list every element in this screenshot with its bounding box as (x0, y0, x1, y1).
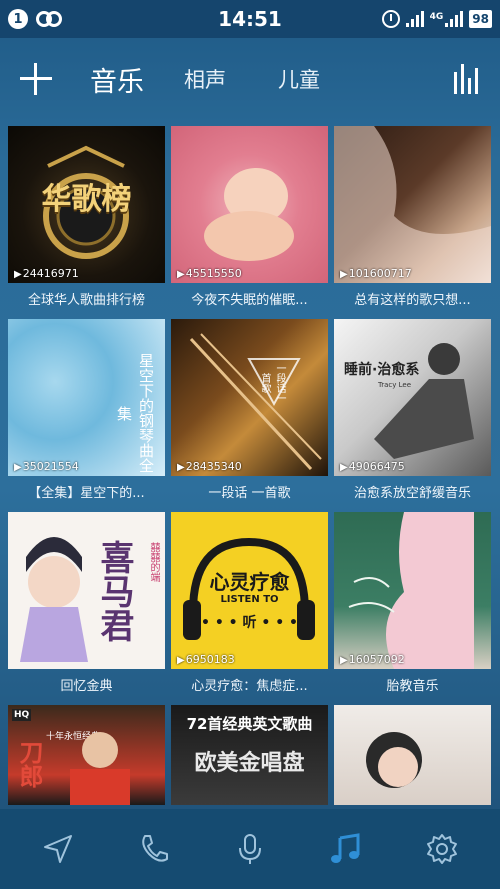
headphone-girl-image (366, 732, 422, 788)
send-icon[interactable] (38, 829, 78, 869)
cover-title: 喜马君 (94, 540, 134, 642)
album-cover: 睡前·治愈系 Tracy Lee 49066475 (334, 319, 491, 476)
category-tabbar: 音乐 相声 儿童 (0, 38, 500, 120)
bottom-nav (0, 809, 500, 889)
tab-children[interactable]: 儿童 (278, 64, 320, 94)
album-cover: 喜马君 囍囍的端 (8, 512, 165, 669)
album-card[interactable]: 睡前·治愈系 Tracy Lee 49066475 治愈系放空舒缓音乐 (334, 319, 491, 512)
play-count: 28435340 (177, 460, 242, 473)
infinity-icon (36, 10, 62, 28)
battery-level: 98 (469, 10, 492, 28)
cover-subtitle: 欧美金唱盘 (194, 751, 305, 776)
album-card[interactable]: 星空下的钢琴曲全集 35021554 【全集】星空下的... (8, 319, 165, 512)
play-count: 6950183 (177, 653, 235, 666)
cover-title: 心灵疗愈 (209, 570, 290, 594)
play-count: 45515550 (177, 267, 242, 280)
album-cover: 华歌榜 24416971 (8, 126, 165, 283)
cartoon-character-image (20, 537, 88, 662)
album-title: 心灵疗愈：焦虑症... (191, 679, 308, 694)
album-title: 全球华人歌曲排行榜 (27, 293, 145, 308)
status-bar: 1 14:51 4G 98 (0, 0, 500, 38)
album-cover: 101600717 (334, 126, 491, 283)
play-count: 49066475 (340, 460, 405, 473)
pregnant-woman-image (348, 512, 474, 669)
signal-icon-2 (445, 11, 464, 27)
play-count: 16057092 (340, 653, 405, 666)
settings-icon[interactable] (422, 829, 462, 869)
album-title: 今夜不失眠的催眠... (191, 293, 308, 308)
play-count: 24416971 (14, 267, 79, 280)
face-image (334, 126, 491, 283)
alarm-icon (381, 10, 400, 28)
cover-dots: • • • 听 • • • (201, 615, 298, 631)
album-card[interactable]: 心灵疗愈 LISTEN TO • • • 听 • • • 6950183 心灵疗… (171, 512, 328, 705)
cover-title: 星空下的钢琴曲全集 (115, 353, 155, 473)
album-title: 【全集】星空下的... (28, 486, 145, 501)
network-type: 4G (429, 12, 444, 22)
cover-title: 睡前·治愈系 (344, 362, 420, 378)
cover-title: 一段话一首歌 (259, 363, 285, 403)
album-cover: 一段话一首歌 28435340 (171, 319, 328, 476)
signal-icon (405, 11, 424, 27)
album-card[interactable]: 101600717 总有这样的歌只想... (334, 126, 491, 319)
cover-listen: LISTEN TO (220, 594, 279, 605)
girl-image (374, 343, 474, 459)
album-title: 回忆金典 (60, 679, 113, 694)
music-icon[interactable] (326, 829, 366, 869)
tab-crosstalk[interactable]: 相声 (184, 64, 226, 94)
album-cover: 星空下的钢琴曲全集 35021554 (8, 319, 165, 476)
tab-music[interactable]: 音乐 (90, 60, 144, 99)
album-title: 总有这样的歌只想... (354, 293, 471, 308)
album-title: 胎教音乐 (386, 679, 439, 694)
album-title: 治愈系放空舒缓音乐 (353, 486, 471, 501)
album-card[interactable]: 45515550 今夜不失眠的催眠... (171, 126, 328, 319)
album-card[interactable]: 华歌榜 24416971 全球华人歌曲排行榜 (8, 126, 165, 319)
guitar-image (189, 333, 322, 471)
cover-title: 72首经典英文歌曲 (186, 715, 313, 733)
album-cover: 45515550 (171, 126, 328, 283)
album-cover: 16057092 (334, 512, 491, 669)
album-cover: 72首经典英文歌曲 欧美金唱盘 (171, 705, 328, 805)
album-grid: 华歌榜 24416971 全球华人歌曲排行榜 45515550 今夜不失眠的催眠… (8, 126, 492, 889)
baby-image (204, 168, 294, 261)
status-time: 14:51 (218, 7, 282, 31)
cover-subtitle: Tracy Lee (378, 381, 412, 389)
mic-icon[interactable] (230, 829, 270, 869)
play-count: 35021554 (14, 460, 79, 473)
phone-icon[interactable] (134, 829, 174, 869)
album-cover (334, 705, 491, 805)
album-title: 一段话 一首歌 (208, 486, 291, 501)
cover-title: 华歌榜 (41, 182, 132, 217)
album-card[interactable]: 喜马君 囍囍的端 回忆金典 (8, 512, 165, 705)
album-card[interactable]: 一段话一首歌 28435340 一段话 一首歌 (171, 319, 328, 512)
add-category-button[interactable] (18, 61, 54, 97)
singer-image (70, 732, 130, 805)
now-playing-icon[interactable] (452, 62, 482, 94)
play-count: 101600717 (340, 267, 412, 280)
notification-badge: 1 (8, 9, 28, 29)
album-card[interactable]: 16057092 胎教音乐 (334, 512, 491, 705)
cover-side-text: 囍囍的端 (148, 542, 159, 582)
album-cover: HQ 刀郎 十年永恒经典 (8, 705, 165, 805)
album-cover: 心灵疗愈 LISTEN TO • • • 听 • • • 6950183 (171, 512, 328, 669)
